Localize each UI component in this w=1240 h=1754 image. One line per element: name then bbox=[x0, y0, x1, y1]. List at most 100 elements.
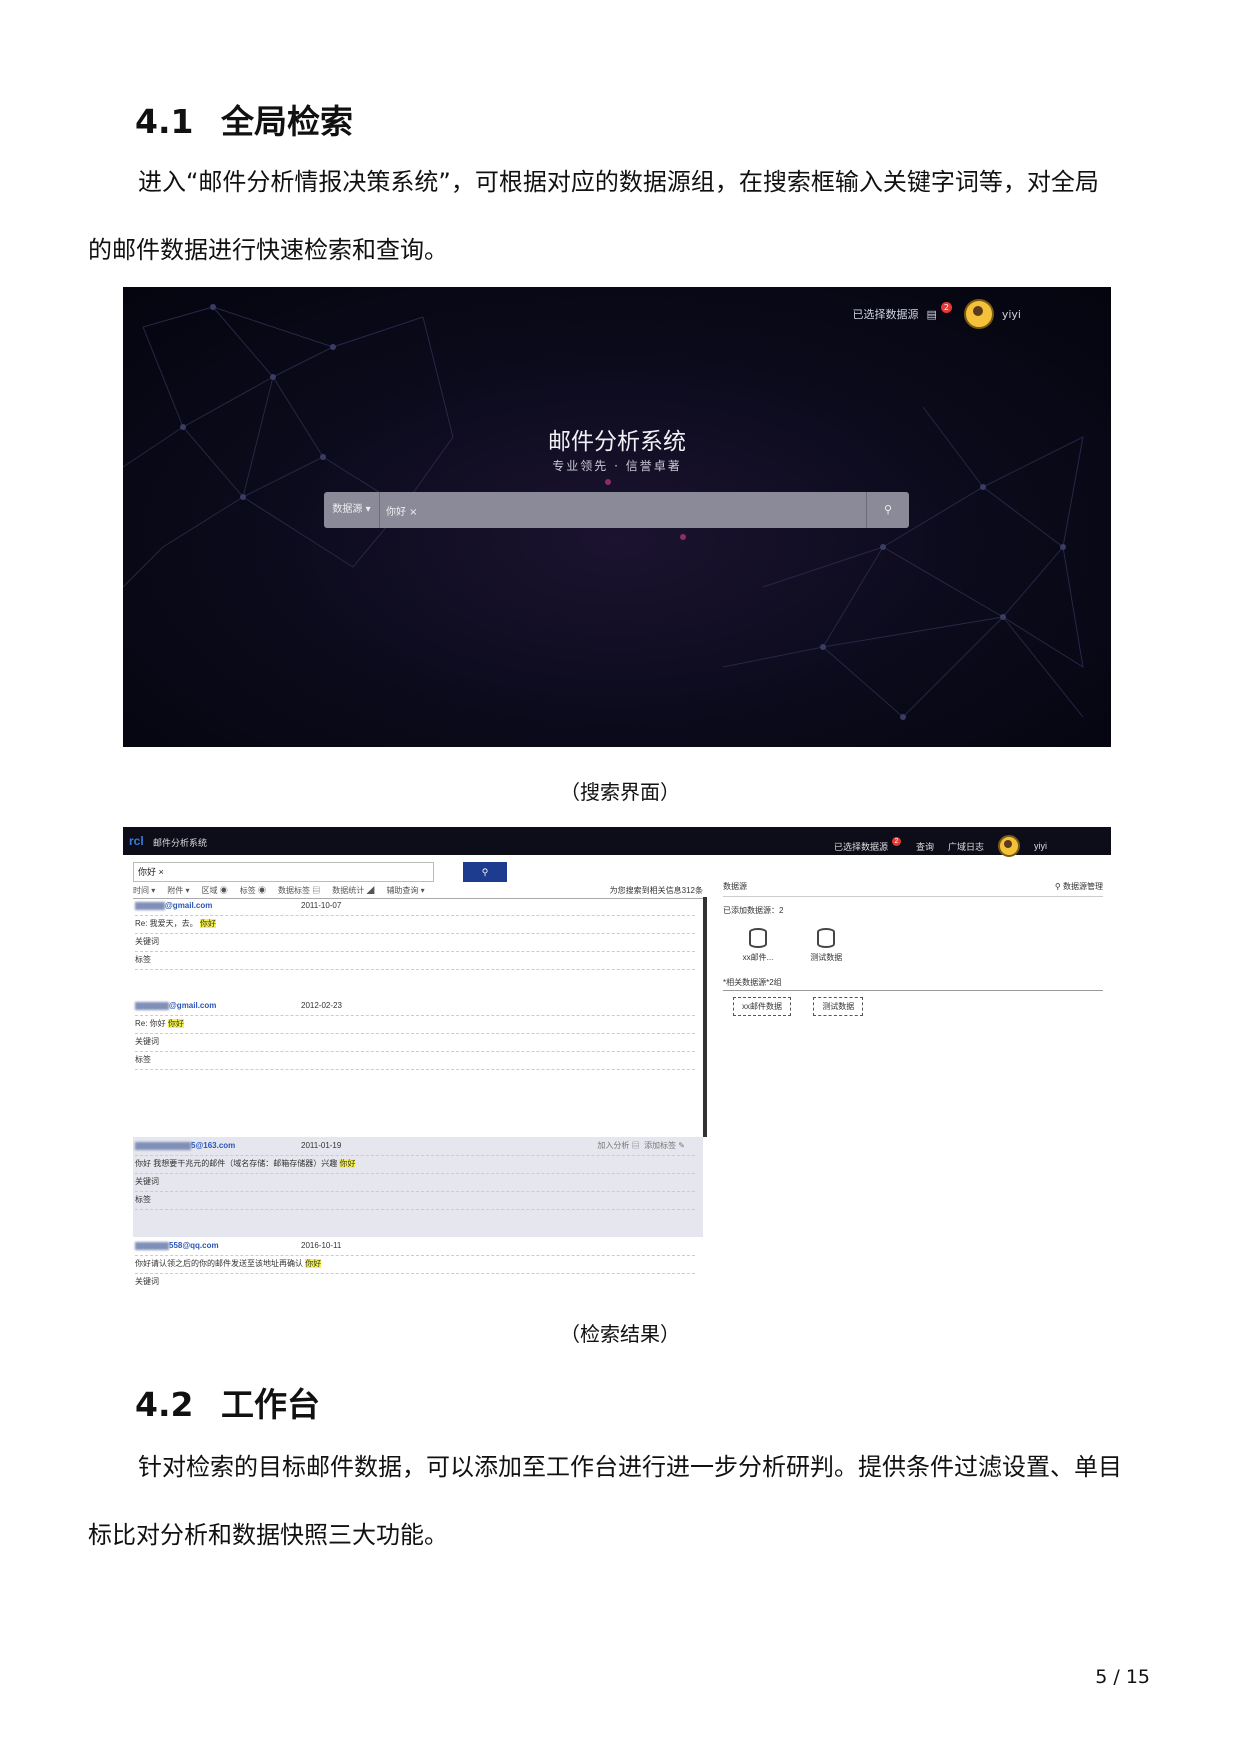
keyword-row: 关键词 bbox=[135, 933, 695, 952]
search-input[interactable]: 你好 × bbox=[380, 503, 866, 518]
user-name[interactable]: yiyi bbox=[1034, 841, 1047, 851]
keyword-highlight: 你好 bbox=[199, 919, 216, 928]
datasource-icons: xx邮件... 测试数据 bbox=[723, 916, 1103, 963]
section-heading-4-1: 4.1 全局检索 bbox=[135, 95, 353, 143]
section-number: 4.1 bbox=[135, 102, 194, 141]
datasource-item[interactable]: 测试数据 bbox=[801, 928, 851, 963]
notification-badge: 2 bbox=[891, 836, 901, 846]
page-number: 5 / 15 bbox=[1095, 1666, 1150, 1688]
related-datasource-tags: xx邮件数据 测试数据 bbox=[723, 991, 1103, 1016]
top-nav-right: 已选择数据源 2 查询 广域日志 yiyi bbox=[834, 835, 1047, 857]
section-number: 4.2 bbox=[135, 1385, 194, 1424]
keyword-highlight: 你好 bbox=[167, 1019, 184, 1028]
search-icon: ⚲ bbox=[1054, 882, 1063, 891]
result-date: 2016-10-11 bbox=[301, 1241, 342, 1250]
result-date: 2011-10-07 bbox=[301, 901, 342, 910]
filter-attachment[interactable]: 附件 ▾ bbox=[167, 885, 189, 896]
related-datasource-tag[interactable]: 测试数据 bbox=[813, 997, 864, 1016]
added-datasource-count: 已添加数据源：2 bbox=[723, 906, 784, 915]
avatar[interactable] bbox=[998, 835, 1020, 857]
search-button[interactable]: ⚲ bbox=[463, 862, 507, 882]
figure-caption: （搜索界面） bbox=[560, 780, 680, 804]
section-heading-4-2: 4.2 工作台 bbox=[135, 1378, 320, 1426]
result-subject[interactable]: Re: 我爱天，去。 bbox=[135, 919, 198, 928]
top-nav-bar: rcl 邮件分析系统 已选择数据源 2 查询 广域日志 yiyi bbox=[123, 827, 1111, 857]
avatar[interactable] bbox=[963, 299, 994, 329]
app-name: 邮件分析系统 bbox=[153, 838, 208, 848]
database-icon bbox=[749, 928, 767, 948]
filter-region[interactable]: 区域 ◉ bbox=[202, 885, 228, 896]
notification-badge: 2 bbox=[940, 301, 952, 313]
selected-datasource-link[interactable]: 已选择数据源 bbox=[852, 306, 918, 322]
add-tag-button[interactable]: 添加标签 ✎ bbox=[644, 1141, 685, 1150]
sender-email[interactable]: 558@qq.com bbox=[169, 1241, 219, 1250]
sender-email[interactable]: 5@163.com bbox=[191, 1141, 235, 1150]
sender-email[interactable]: @gmail.com bbox=[169, 1001, 216, 1010]
section-4-1-paragraph: 进入“邮件分析情报决策系统”，可根据对应的数据源组，在搜索框输入关键字词等，对全… bbox=[88, 148, 1150, 284]
nav-selected-datasource[interactable]: 已选择数据源 bbox=[834, 840, 888, 853]
tag-row: 标签 bbox=[135, 1051, 695, 1070]
result-count: 为您搜索到相关信息312条 bbox=[609, 886, 703, 895]
search-icon: ⚲ bbox=[481, 867, 489, 877]
search-icon: ⚲ bbox=[883, 503, 893, 516]
paragraph-line: 针对检索的目标邮件数据，可以添加至工作台进行进一步分析研判。提供条件过滤设置、单… bbox=[138, 1453, 1122, 1481]
section-title: 工作台 bbox=[221, 1385, 320, 1424]
datasource-panel-header: 数据源 ⚲ 数据源管理 bbox=[723, 877, 1103, 897]
top-bar: 已选择数据源 ▤ 2 yiyi bbox=[852, 299, 1021, 329]
related-datasource-tag[interactable]: xx邮件数据 bbox=[733, 997, 791, 1016]
result-item[interactable]: 558@qq.com 2016-10-11 你好请认领之后的你的邮件发送至该地址再… bbox=[133, 1237, 703, 1287]
datasource-manage-label: 数据源管理 bbox=[1063, 882, 1103, 891]
search-query: 你好 bbox=[386, 506, 406, 518]
result-list-continued: 5@163.com 2011-01-19 加入分析 ▤ 添加标签 ✎ 你好 我想要… bbox=[133, 1137, 703, 1287]
result-item-hovered[interactable]: 5@163.com 2011-01-19 加入分析 ▤ 添加标签 ✎ 你好 我想要… bbox=[133, 1137, 703, 1237]
datasource-manage-link[interactable]: ⚲ 数据源管理 bbox=[1055, 881, 1103, 892]
datasource-panel-title: 数据源 bbox=[723, 882, 747, 891]
database-icon[interactable]: ▤ bbox=[926, 308, 936, 321]
filter-time[interactable]: 时间 ▾ bbox=[133, 885, 155, 896]
filter-tag[interactable]: 标签 ◉ bbox=[240, 885, 266, 896]
nav-log[interactable]: 广域日志 bbox=[948, 840, 984, 853]
datasource-panel: 数据源 ⚲ 数据源管理 已添加数据源：2 xx邮件... 测试数据 *相关数据源… bbox=[723, 877, 1103, 1016]
result-item[interactable]: @gmail.com 2012-02-23 Re: 你好 你好 关键词 标签 bbox=[133, 997, 703, 1097]
result-subject[interactable]: Re: 你好 bbox=[135, 1019, 166, 1028]
tag-row: 标签 bbox=[135, 1191, 695, 1210]
keyword-row: 关键词 bbox=[135, 1033, 695, 1052]
nav-query[interactable]: 查询 bbox=[916, 840, 934, 853]
keyword-row: 关键词 bbox=[135, 1273, 695, 1287]
search-input[interactable]: 你好 × bbox=[133, 862, 434, 882]
keyword-row: 关键词 bbox=[135, 1173, 695, 1192]
search-query: 你好 bbox=[138, 867, 157, 877]
paragraph-line: 的邮件数据进行快速检索和查询。 bbox=[88, 236, 448, 264]
datasource-label: 数据源 bbox=[332, 504, 363, 515]
result-list[interactable]: @gmail.com 2011-10-07 Re: 我爱天，去。 你好 关键词 标… bbox=[133, 897, 707, 1137]
datasource-item[interactable]: xx邮件... bbox=[733, 928, 783, 963]
result-subject[interactable]: 你好请认领之后的你的邮件发送至该地址再确认 bbox=[135, 1259, 303, 1268]
datasource-name: xx邮件... bbox=[742, 953, 774, 962]
sender-email[interactable]: @gmail.com bbox=[165, 901, 212, 910]
app-logo[interactable]: rcl bbox=[129, 834, 144, 848]
keyword-highlight: 你好 bbox=[305, 1259, 322, 1268]
result-subject[interactable]: 你好 我想要干兆元的邮件（域名存储：邮箱存储器）兴趣 bbox=[135, 1159, 337, 1168]
tag-row: 标签 bbox=[135, 951, 695, 970]
result-item[interactable]: @gmail.com 2011-10-07 Re: 我爱天，去。 你好 关键词 标… bbox=[133, 897, 703, 997]
keyword-highlight: 你好 bbox=[339, 1159, 356, 1168]
app-subtitle: 专业领先 · 信誉卓著 bbox=[552, 459, 682, 473]
search-button[interactable]: ⚲ bbox=[866, 492, 909, 528]
filter-assist-query[interactable]: 辅助查询 ▾ bbox=[386, 885, 424, 896]
section-title: 全局检索 bbox=[221, 102, 353, 141]
search-results-screenshot: rcl 邮件分析系统 已选择数据源 2 查询 广域日志 yiyi 你好 × ⚲ … bbox=[123, 827, 1111, 1287]
app-title: 邮件分析系统 bbox=[548, 429, 686, 455]
related-datasource-label: *相关数据源*2组 bbox=[723, 977, 1103, 991]
datasource-dropdown[interactable]: 数据源 ▾ bbox=[324, 492, 380, 528]
database-icon bbox=[817, 928, 836, 948]
section-4-2-paragraph: 针对检索的目标邮件数据，可以添加至工作台进行进一步分析研判。提供条件过滤设置、单… bbox=[88, 1433, 1150, 1569]
search-bar: 数据源 ▾ 你好 × ⚲ bbox=[324, 492, 909, 528]
datasource-name: 测试数据 bbox=[810, 953, 843, 962]
figure-caption: （检索结果） bbox=[560, 1322, 680, 1346]
add-to-analysis-button[interactable]: 加入分析 ▤ bbox=[597, 1141, 639, 1150]
filter-statistics[interactable]: 数据统计 ◢ bbox=[332, 885, 374, 896]
result-date: 2011-01-19 bbox=[301, 1141, 342, 1150]
filter-data-tag[interactable]: 数据标签 ▤ bbox=[278, 885, 320, 896]
paragraph-line: 进入“邮件分析情报决策系统”，可根据对应的数据源组，在搜索框输入关键字词等，对全… bbox=[138, 168, 1099, 196]
user-name[interactable]: yiyi bbox=[1002, 308, 1021, 321]
